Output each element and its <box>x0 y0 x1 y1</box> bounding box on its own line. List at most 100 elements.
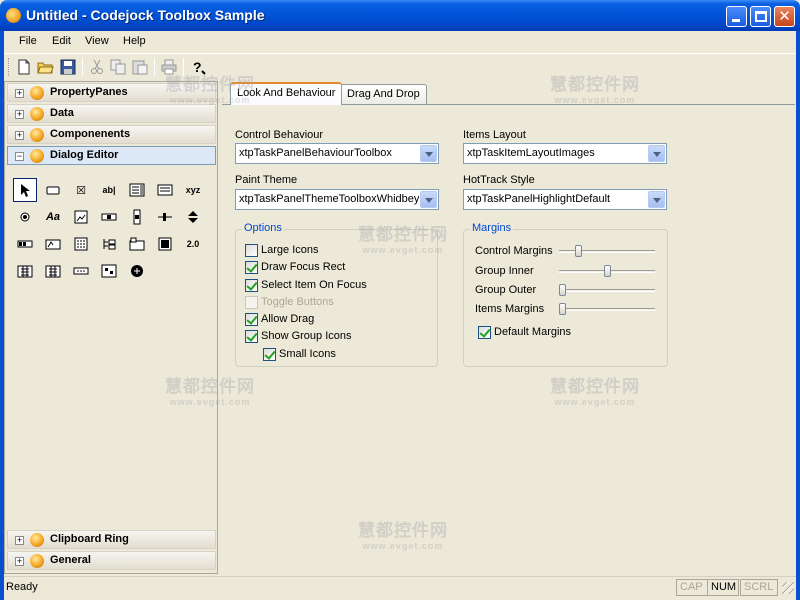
open-icon <box>37 62 54 74</box>
chevron-down-icon[interactable] <box>648 191 665 208</box>
new-button[interactable] <box>15 58 33 76</box>
combobox-tool[interactable] <box>125 178 149 202</box>
tab-drag-and-drop[interactable]: Drag And Drop <box>340 84 427 104</box>
checkbox-box[interactable] <box>245 296 258 309</box>
control-behaviour-combo[interactable]: xtpTaskPanelBehaviourToolbox <box>235 143 439 164</box>
listctrl-tool[interactable] <box>69 232 93 256</box>
ipaddress-tool[interactable] <box>69 259 93 283</box>
toolbox-group-clipboard-ring[interactable]: + Clipboard Ring <box>7 530 216 549</box>
slider-tool[interactable] <box>153 205 177 229</box>
hotkey-tool[interactable] <box>41 232 65 256</box>
paste-icon <box>132 60 148 75</box>
toolbox-group-propertypanes[interactable]: + PropertyPanes <box>7 83 216 102</box>
button-tool[interactable] <box>41 178 65 202</box>
tabctrl-tool[interactable] <box>125 232 149 256</box>
chevron-down-icon[interactable] <box>420 191 437 208</box>
slider-thumb[interactable] <box>559 303 566 315</box>
group-inner-slider[interactable] <box>559 263 659 279</box>
items-margins-slider[interactable] <box>559 301 659 317</box>
group-outer-slider[interactable] <box>559 282 659 298</box>
expand-icon[interactable]: + <box>15 557 24 566</box>
hotkey-icon <box>45 239 61 250</box>
toolbox-group-dialog-editor[interactable]: − Dialog Editor <box>7 146 216 165</box>
slider-thumb[interactable] <box>559 284 566 296</box>
cut-button[interactable] <box>88 58 106 76</box>
datetime-icon <box>17 265 33 278</box>
static-text-tool[interactable]: Aa <box>41 205 65 229</box>
groupbox-tool[interactable]: xyz <box>181 178 205 202</box>
checkbox-box[interactable] <box>245 313 258 326</box>
monthcal-tool[interactable] <box>41 259 65 283</box>
toolbox-group-general[interactable]: + General <box>7 551 216 570</box>
checkbox-box[interactable] <box>245 279 258 292</box>
menu-file[interactable]: File <box>19 35 37 47</box>
listbox-tool[interactable] <box>153 178 177 202</box>
chevron-down-icon[interactable] <box>420 145 437 162</box>
toolbox-group-componenents[interactable]: + Componenents <box>7 125 216 144</box>
slider-thumb[interactable] <box>603 265 611 277</box>
control-margins-slider[interactable] <box>559 243 659 259</box>
animate-tool[interactable] <box>153 232 177 256</box>
new-icon <box>18 59 30 75</box>
checkbox-box[interactable] <box>245 330 258 343</box>
slider-icon <box>158 213 172 221</box>
vscroll-tool[interactable] <box>125 205 149 229</box>
title-bar[interactable]: Untitled - Codejock Toolbox Sample ✕ <box>0 0 800 31</box>
datetime-tool[interactable] <box>13 259 37 283</box>
menu-view[interactable]: View <box>85 35 109 47</box>
checkbox-tool[interactable]: ☒ <box>69 178 93 202</box>
chevron-down-icon[interactable] <box>648 145 665 162</box>
help-button[interactable]: ? <box>189 58 207 76</box>
checkbox-box[interactable] <box>478 326 491 339</box>
richedit-tool[interactable]: 2.0 <box>181 232 205 256</box>
menu-help[interactable]: Help <box>123 35 146 47</box>
menu-edit[interactable]: Edit <box>52 35 71 47</box>
checkbox-box[interactable] <box>263 348 276 361</box>
collapse-icon[interactable]: − <box>15 152 24 161</box>
edit-tool[interactable]: ab| <box>97 178 121 202</box>
tab-look-and-behaviour[interactable]: Look And Behaviour <box>230 82 343 105</box>
group-icon <box>30 149 44 163</box>
app-icon[interactable] <box>6 8 21 23</box>
expand-icon[interactable]: + <box>15 131 24 140</box>
items-layout-combo[interactable]: xtpTaskItemLayoutImages <box>463 143 667 164</box>
pointer-icon <box>21 184 30 197</box>
resize-grip[interactable] <box>782 582 794 594</box>
checkbox-box[interactable] <box>245 261 258 274</box>
copy-button[interactable] <box>109 58 127 76</box>
pointer-tool[interactable] <box>13 178 37 202</box>
group-inner-label: Group Inner <box>475 265 534 277</box>
hscroll-tool[interactable] <box>97 205 121 229</box>
slider-thumb[interactable] <box>575 245 583 257</box>
toolbox-group-data[interactable]: + Data <box>7 104 216 123</box>
spin-tool[interactable] <box>181 205 205 229</box>
listbox-icon <box>157 184 173 196</box>
hottrack-style-combo[interactable]: xtpTaskPanelHighlightDefault <box>463 189 667 210</box>
minimize-button[interactable] <box>726 6 747 27</box>
checkbox-label: Large Icons <box>261 244 319 256</box>
close-button[interactable]: ✕ <box>774 6 795 27</box>
window-title: Untitled - Codejock Toolbox Sample <box>26 7 265 23</box>
checkbox-box[interactable] <box>245 244 258 257</box>
copy-icon <box>110 59 126 75</box>
group-label: Dialog Editor <box>50 149 119 161</box>
picture-tool[interactable] <box>69 205 93 229</box>
syslink-tool[interactable] <box>125 259 149 283</box>
expand-icon[interactable]: + <box>15 110 24 119</box>
print-button[interactable] <box>160 58 178 76</box>
paint-theme-combo[interactable]: xtpTaskPanelThemeToolboxWhidbey <box>235 189 439 210</box>
progress-tool[interactable] <box>13 232 37 256</box>
expand-icon[interactable]: + <box>15 89 24 98</box>
save-button[interactable] <box>59 58 77 76</box>
toolbar-grip[interactable] <box>8 58 11 76</box>
maximize-button[interactable] <box>750 6 771 27</box>
treectrl-tool[interactable] <box>97 232 121 256</box>
open-button[interactable] <box>37 58 55 76</box>
expand-icon[interactable]: + <box>15 536 24 545</box>
slider-track <box>559 289 655 292</box>
combo-value: xtpTaskItemLayoutImages <box>467 147 595 159</box>
paste-button[interactable] <box>131 58 149 76</box>
customctrl-tool[interactable] <box>97 259 121 283</box>
combo-value: xtpTaskPanelHighlightDefault <box>467 193 611 205</box>
radio-tool[interactable] <box>13 205 37 229</box>
